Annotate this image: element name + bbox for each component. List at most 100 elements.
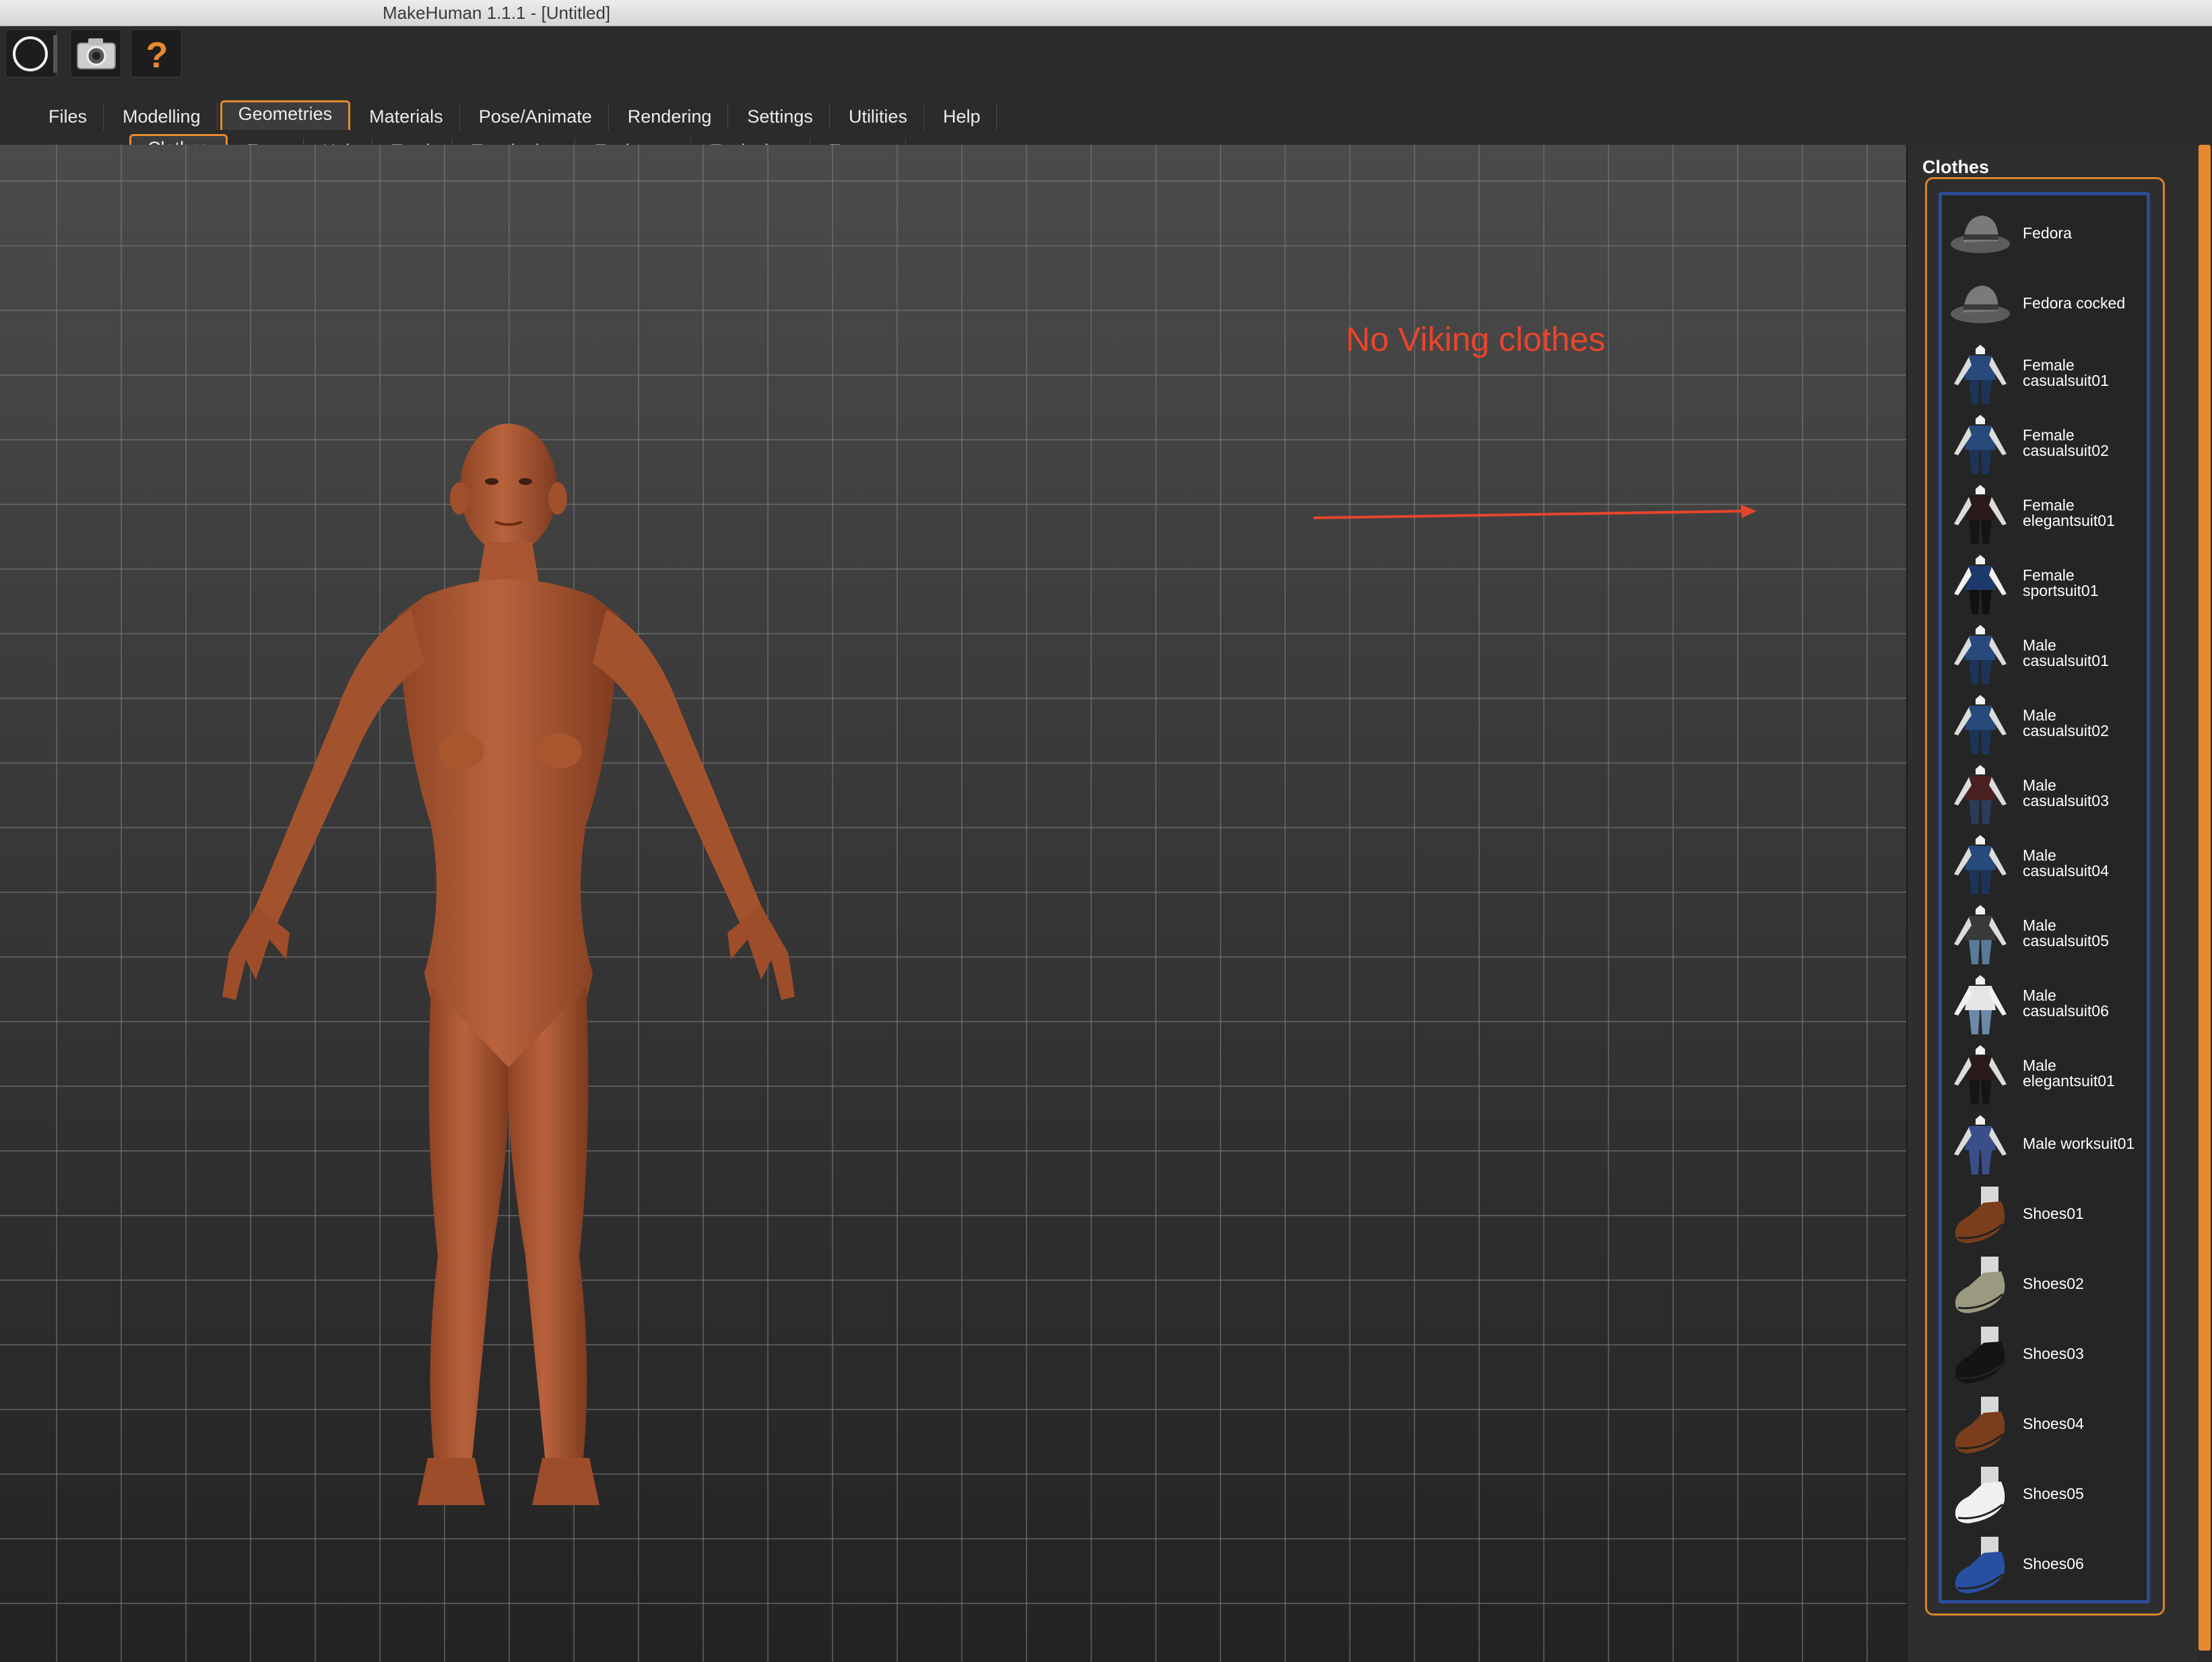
clothes-thumbnail <box>1949 972 2012 1036</box>
clothes-item-label: Male worksuit01 <box>2023 1134 2135 1152</box>
3d-viewport[interactable]: No Viking clothes <box>0 145 1906 1662</box>
tab-geometries[interactable]: Geometries <box>220 100 351 130</box>
hat-icon <box>1951 286 2010 323</box>
tab-settings[interactable]: Settings <box>731 103 830 130</box>
clothes-item-shoes04[interactable]: Shoes04 <box>1942 1389 2147 1459</box>
clothes-item-shoes05[interactable]: Shoes05 <box>1942 1459 2147 1529</box>
clothes-item-male-casualsuit01[interactable]: Male casualsuit01 <box>1942 618 2147 688</box>
clothes-item-label: Shoes04 <box>2023 1414 2084 1432</box>
clothes-item-label: Male casualsuit02 <box>2023 706 2109 739</box>
clothes-panel: Clothes Fedora Fedora cocked Female casual… <box>1906 145 2212 1662</box>
clothes-thumbnail <box>1949 202 2012 265</box>
outfit-icon <box>1954 765 2007 824</box>
clothes-item-fedora-cocked[interactable]: Fedora cocked <box>1942 268 2147 338</box>
clothes-thumbnail <box>1949 1112 2012 1176</box>
outfit-icon <box>1954 415 2007 474</box>
clothes-item-male-elegantsuit01[interactable]: Male elegantsuit01 <box>1942 1038 2147 1108</box>
clothes-item-label: Fedora <box>2023 224 2072 242</box>
shoe-icon <box>1955 1257 2005 1313</box>
clothes-thumbnail <box>1949 762 2012 826</box>
clothes-thumbnail <box>1949 902 2012 966</box>
clothes-item-shoes06[interactable]: Shoes06 <box>1942 1529 2147 1599</box>
tab-modelling[interactable]: Modelling <box>106 103 218 130</box>
outfit-icon <box>1954 1045 2007 1104</box>
outfit-icon <box>1954 975 2007 1034</box>
outfit-icon <box>1954 625 2007 684</box>
wireframe-toggle-button[interactable] <box>5 29 57 77</box>
help-question-icon: ? <box>146 35 168 75</box>
tab-rendering[interactable]: Rendering <box>612 103 729 130</box>
clothes-item-shoes01[interactable]: Shoes01 <box>1942 1178 2147 1249</box>
clothes-item-label: Shoes02 <box>2023 1274 2084 1292</box>
clothes-item-male-casualsuit04[interactable]: Male casualsuit04 <box>1942 828 2147 898</box>
clothes-item-label: Shoes05 <box>2023 1484 2084 1502</box>
human-model[interactable] <box>155 394 869 1620</box>
title-bar: MakeHuman 1.1.1 - [Untitled] <box>0 0 2212 26</box>
clothes-item-male-worksuit01[interactable]: Male worksuit01 <box>1942 1108 2147 1178</box>
clothes-thumbnail <box>1949 1183 2012 1246</box>
app-toolbar-area: ? Files Modelling Geometries Materials Pose/… <box>0 26 2212 167</box>
tab-help[interactable]: Help <box>927 103 998 130</box>
clothes-item-label: Male casualsuit05 <box>2023 917 2109 950</box>
tab-files[interactable]: Files <box>32 103 104 130</box>
clothes-item-label: Male casualsuit04 <box>2023 846 2109 879</box>
tab-materials[interactable]: Materials <box>353 103 460 130</box>
wireframe-icon <box>13 35 57 73</box>
tab-utilities[interactable]: Utilities <box>833 103 924 130</box>
clothes-item-fedora[interactable]: Fedora <box>1942 198 2147 268</box>
clothes-item-label: Female casualsuit01 <box>2023 356 2109 389</box>
camera-icon <box>77 38 116 69</box>
clothes-item-label: Male casualsuit03 <box>2023 776 2109 809</box>
clothes-item-label: Female casualsuit02 <box>2023 426 2109 459</box>
shoe-icon <box>1955 1327 2005 1383</box>
clothes-thumbnail <box>1949 622 2012 686</box>
clothes-item-male-casualsuit05[interactable]: Male casualsuit05 <box>1942 898 2147 968</box>
clothes-item-label: Shoes01 <box>2023 1204 2084 1222</box>
clothes-item-shoes02[interactable]: Shoes02 <box>1942 1249 2147 1319</box>
clothes-item-label: Male casualsuit01 <box>2023 636 2109 669</box>
clothes-thumbnail <box>1949 272 2012 335</box>
outfit-icon <box>1954 555 2007 614</box>
shoe-icon <box>1955 1467 2005 1523</box>
outfit-icon <box>1954 905 2007 964</box>
help-button[interactable]: ? <box>131 29 182 77</box>
clothes-thumbnail <box>1949 1533 2012 1596</box>
clothes-thumbnail <box>1949 1253 2012 1316</box>
clothes-item-male-casualsuit06[interactable]: Male casualsuit06 <box>1942 968 2147 1038</box>
clothes-item-label: Shoes03 <box>2023 1344 2084 1362</box>
screenshot-button[interactable] <box>70 29 121 77</box>
clothes-thumbnail <box>1949 412 2012 475</box>
panel-title: Clothes <box>1922 157 1990 177</box>
annotation-arrow <box>1313 504 1757 519</box>
shoe-icon <box>1955 1537 2005 1593</box>
shoe-icon <box>1955 1397 2005 1453</box>
outfit-icon <box>1954 345 2007 404</box>
clothes-item-label: Male casualsuit06 <box>2023 987 2109 1020</box>
tab-pose-animate[interactable]: Pose/Animate <box>463 103 609 130</box>
hat-icon <box>1951 215 2010 253</box>
clothes-thumbnail <box>1949 342 2012 405</box>
clothes-thumbnail <box>1949 1323 2012 1386</box>
shoe-icon <box>1955 1187 2005 1243</box>
clothes-item-male-casualsuit02[interactable]: Male casualsuit02 <box>1942 688 2147 758</box>
clothes-item-female-sportsuit01[interactable]: Female sportsuit01 <box>1942 548 2147 618</box>
clothes-item-label: Female elegantsuit01 <box>2023 496 2115 529</box>
clothes-thumbnail <box>1949 1463 2012 1526</box>
clothes-item-label: Shoes06 <box>2023 1554 2084 1572</box>
clothes-item-female-casualsuit01[interactable]: Female casualsuit01 <box>1942 338 2147 408</box>
clothes-item-female-elegantsuit01[interactable]: Female elegantsuit01 <box>1942 478 2147 548</box>
clothes-thumbnail <box>1949 1042 2012 1106</box>
panel-scrollbar[interactable] <box>2199 145 2212 1662</box>
clothes-thumbnail <box>1949 832 2012 896</box>
clothes-item-male-casualsuit03[interactable]: Male casualsuit03 <box>1942 758 2147 828</box>
svg-text:?: ? <box>146 35 168 75</box>
clothes-item-shoes03[interactable]: Shoes03 <box>1942 1319 2147 1389</box>
clothes-item-label: Female sportsuit01 <box>2023 566 2099 599</box>
scrollbar-thumb[interactable] <box>2199 145 2211 1651</box>
clothes-item-label: Fedora cocked <box>2023 294 2126 312</box>
annotation-label: No Viking clothes <box>1346 321 1606 358</box>
clothes-list-box[interactable]: Fedora Fedora cocked Female casualsuit01 Fe… <box>1939 192 2150 1603</box>
outfit-icon <box>1954 835 2007 894</box>
clothes-item-female-casualsuit02[interactable]: Female casualsuit02 <box>1942 408 2147 478</box>
main-tab-bar: Files Modelling Geometries Materials Pose/An… <box>32 100 1000 130</box>
